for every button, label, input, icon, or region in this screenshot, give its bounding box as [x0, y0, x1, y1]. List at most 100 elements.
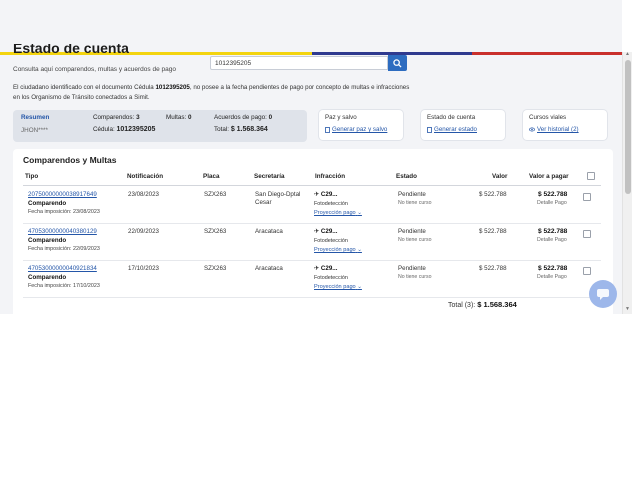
- row-type: Comparendo: [28, 200, 67, 207]
- summary-multas: Multas: 0: [166, 114, 192, 121]
- page-viewport: Estado de cuenta Consulta aquí comparend…: [0, 0, 622, 314]
- row-medio: Fotodetección: [314, 275, 348, 281]
- summary-acuerdos: Acuerdos de pago: 0: [214, 114, 272, 121]
- row-type: Comparendo: [28, 237, 67, 244]
- card-title: Cursos viales: [529, 114, 567, 121]
- infraccion-code: C29...: [320, 265, 338, 272]
- card-link-label: Generar estado: [434, 126, 477, 133]
- camera-icon: ✈: [314, 228, 320, 235]
- proyeccion-label: Proyección pago: [314, 247, 356, 253]
- notice-doc-type: Cédula: [134, 84, 154, 91]
- scroll-up-arrow-icon[interactable]: ▲: [625, 51, 630, 57]
- ver-historial-link[interactable]: Ver historial (2): [529, 126, 579, 133]
- proyeccion-pago-link[interactable]: Proyección pago ⌄: [314, 284, 362, 290]
- row-medio: Fotodetección: [314, 238, 348, 244]
- comparendo-number-link[interactable]: 47053000000040921834: [28, 265, 97, 272]
- row-estado: Pendiente: [398, 228, 426, 235]
- comparendo-number-link[interactable]: 47053000000040380129: [28, 228, 97, 235]
- row-placa: SZX263: [204, 191, 227, 198]
- search-input[interactable]: [210, 56, 388, 70]
- card-estado-de-cuenta: Estado de cuenta Generar estado: [421, 110, 505, 140]
- proyeccion-label: Proyección pago: [314, 284, 356, 290]
- table-row: 47053000000040921834 Comparendo Fecha im…: [23, 260, 601, 298]
- row-fecha: Fecha imposición: 22/09/2023: [28, 246, 100, 252]
- total-label: Total:: [214, 126, 230, 133]
- col-header-secretaria: Secretaría: [254, 173, 285, 180]
- card-title: Estado de cuenta: [427, 114, 476, 121]
- row-secretaria: San Diego-Dptal: [255, 191, 301, 198]
- col-header-infraccion: Infracción: [315, 173, 346, 180]
- row-valor-pagar: $ 522.788: [538, 191, 568, 198]
- chevron-down-icon: ⌄: [357, 210, 362, 216]
- row-curso: No tiene curso: [398, 237, 432, 243]
- comparendos-label: Comparendos:: [93, 114, 135, 121]
- row-placa: SZX263: [204, 228, 227, 235]
- col-header-placa: Placa: [203, 173, 220, 180]
- table-row: 47053000000040380129 Comparendo Fecha im…: [23, 223, 601, 261]
- detalle-pago-link[interactable]: Detalle Pago: [537, 200, 567, 206]
- table-total-value: $ 1.568.364: [477, 300, 517, 309]
- row-valor: $ 522.788: [479, 228, 507, 235]
- row-estado: Pendiente: [398, 265, 426, 272]
- row-secretaria: Aracataca: [255, 265, 283, 272]
- flag-stripe-red: [472, 52, 622, 55]
- card-title: Paz y salvo: [325, 114, 357, 121]
- proyeccion-pago-link[interactable]: Proyección pago ⌄: [314, 247, 362, 253]
- search-button[interactable]: [388, 55, 407, 71]
- acuerdos-value: 0: [268, 114, 273, 121]
- summary-cedula: Cédula: 1012395205: [93, 126, 155, 133]
- summary-heading: Resumen: [21, 114, 50, 121]
- select-all-checkbox[interactable]: [587, 172, 595, 180]
- camera-icon: ✈: [314, 191, 320, 198]
- chevron-down-icon: ⌄: [357, 247, 362, 253]
- chat-button[interactable]: [589, 280, 617, 308]
- col-header-notificacion: Notificación: [127, 173, 164, 180]
- row-fecha: Fecha imposición: 23/08/2023: [28, 209, 100, 215]
- card-link-label: Generar paz y salvo: [332, 126, 388, 133]
- multas-value: 0: [188, 114, 192, 121]
- row-secretaria: Aracataca: [255, 228, 283, 235]
- row-checkbox[interactable]: [583, 267, 591, 275]
- row-infraccion: ✈ C29...: [314, 191, 337, 198]
- total-value: $ 1.568.364: [230, 126, 268, 133]
- table-total-label: Total (3):: [448, 302, 476, 309]
- summary-total: Total: $ 1.568.364: [214, 126, 268, 133]
- row-curso: No tiene curso: [398, 274, 432, 280]
- row-checkbox[interactable]: [583, 230, 591, 238]
- row-notificacion: 22/09/2023: [128, 228, 159, 235]
- card-cursos-viales: Cursos viales Ver historial (2): [523, 110, 607, 140]
- row-secretaria-2: Cesar: [255, 199, 272, 206]
- scrollbar-thumb[interactable]: [625, 60, 631, 194]
- row-valor-pagar: $ 522.788: [538, 228, 568, 235]
- row-curso: No tiene curso: [398, 200, 432, 206]
- generar-estado-link[interactable]: Generar estado: [427, 126, 477, 133]
- infraccion-code: C29...: [320, 228, 338, 235]
- scroll-down-arrow-icon[interactable]: ▼: [625, 306, 630, 312]
- detalle-pago-link[interactable]: Detalle Pago: [537, 237, 567, 243]
- col-header-tipo: Tipo: [25, 173, 39, 180]
- document-icon: [427, 126, 432, 133]
- row-checkbox[interactable]: [583, 193, 591, 201]
- proyeccion-pago-link[interactable]: Proyección pago ⌄: [314, 210, 362, 216]
- row-infraccion: ✈ C29...: [314, 265, 337, 272]
- multas-label: Multas:: [166, 114, 187, 121]
- comparendo-number-link[interactable]: 20750000000038917649: [28, 191, 97, 198]
- card-paz-y-salvo: Paz y salvo Generar paz y salvo: [319, 110, 403, 140]
- card-link-label: Ver historial (2): [537, 126, 579, 133]
- row-notificacion: 17/10/2023: [128, 265, 159, 272]
- vertical-scrollbar[interactable]: ▲ ▼: [622, 51, 632, 314]
- summary-card: Resumen JHON**** Comparendos: 3 Multas: …: [13, 110, 307, 142]
- col-header-estado: Estado: [396, 173, 417, 180]
- detalle-pago-link[interactable]: Detalle Pago: [537, 274, 567, 280]
- notice-prefix: El ciudadano identificado con el documen…: [13, 84, 133, 91]
- col-header-valor: Valor: [492, 173, 508, 180]
- generar-paz-y-salvo-link[interactable]: Generar paz y salvo: [325, 126, 387, 133]
- acuerdos-label: Acuerdos de pago:: [214, 114, 267, 121]
- page-subtitle: Consulta aquí comparendos, multas y acue…: [13, 66, 176, 73]
- notice-doc-number: 1012395205: [155, 84, 190, 91]
- row-fecha: Fecha imposición: 17/10/2023: [28, 283, 100, 289]
- document-icon: [325, 126, 330, 133]
- comparendos-table-card: Comparendos y Multas Tipo Notificación P…: [13, 149, 613, 314]
- proyeccion-label: Proyección pago: [314, 210, 356, 216]
- cedula-label: Cédula:: [93, 126, 115, 133]
